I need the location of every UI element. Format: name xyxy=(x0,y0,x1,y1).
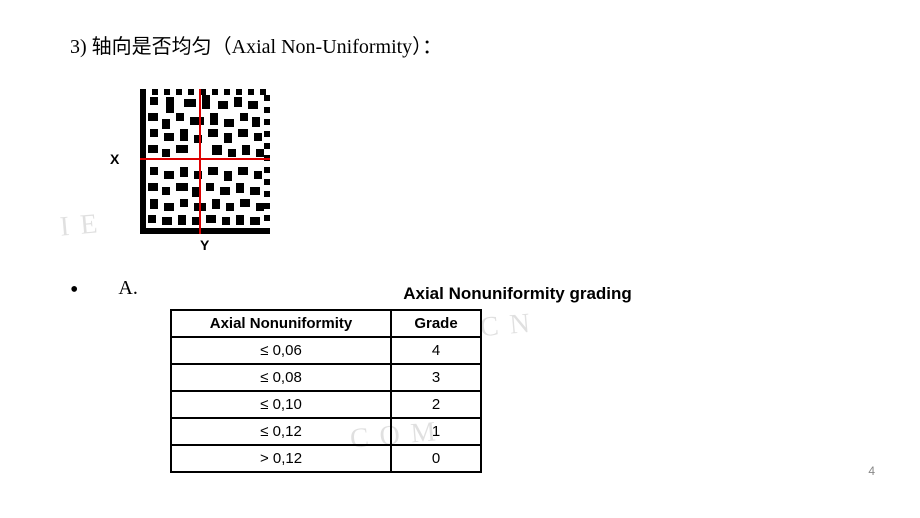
table-row: > 0,12 0 xyxy=(171,445,481,472)
section-heading: 3) 轴向是否均匀（Axial Non-Uniformity）： xyxy=(70,30,850,59)
cell-an: ≤ 0,08 xyxy=(171,364,391,391)
table-title: Axial Nonuniformity grading xyxy=(185,284,850,304)
cell-grade: 2 xyxy=(391,391,481,418)
table-row: ≤ 0,06 4 xyxy=(171,337,481,364)
grading-table-area: Axial Nonuniformity grading Axial Nonuni… xyxy=(170,284,850,473)
item-a-label: A. xyxy=(118,277,137,300)
cell-an: ≤ 0,10 xyxy=(171,391,391,418)
cell-grade: 1 xyxy=(391,418,481,445)
bullet-icon: • xyxy=(70,277,78,304)
cell-an: ≤ 0,06 xyxy=(171,337,391,364)
grading-table: Axial Nonuniformity Grade ≤ 0,06 4 ≤ 0,0… xyxy=(170,309,482,473)
cell-grade: 3 xyxy=(391,364,481,391)
watermark-text: I E xyxy=(59,208,101,243)
y-axis-label: Y xyxy=(200,237,209,253)
cell-an: ≤ 0,12 xyxy=(171,418,391,445)
header-grade: Grade xyxy=(391,310,481,337)
cell-grade: 4 xyxy=(391,337,481,364)
table-header-row: Axial Nonuniformity Grade xyxy=(171,310,481,337)
cell-grade: 0 xyxy=(391,445,481,472)
table-row: ≤ 0,10 2 xyxy=(171,391,481,418)
table-row: ≤ 0,08 3 xyxy=(171,364,481,391)
datamatrix-diagram: X Y xyxy=(110,89,310,259)
header-axial-nonuniformity: Axial Nonuniformity xyxy=(171,310,391,337)
x-axis-label: X xyxy=(110,151,119,167)
table-row: ≤ 0,12 1 xyxy=(171,418,481,445)
cell-an: > 0,12 xyxy=(171,445,391,472)
page-number: 4 xyxy=(868,464,875,478)
datamatrix-icon xyxy=(140,89,270,234)
